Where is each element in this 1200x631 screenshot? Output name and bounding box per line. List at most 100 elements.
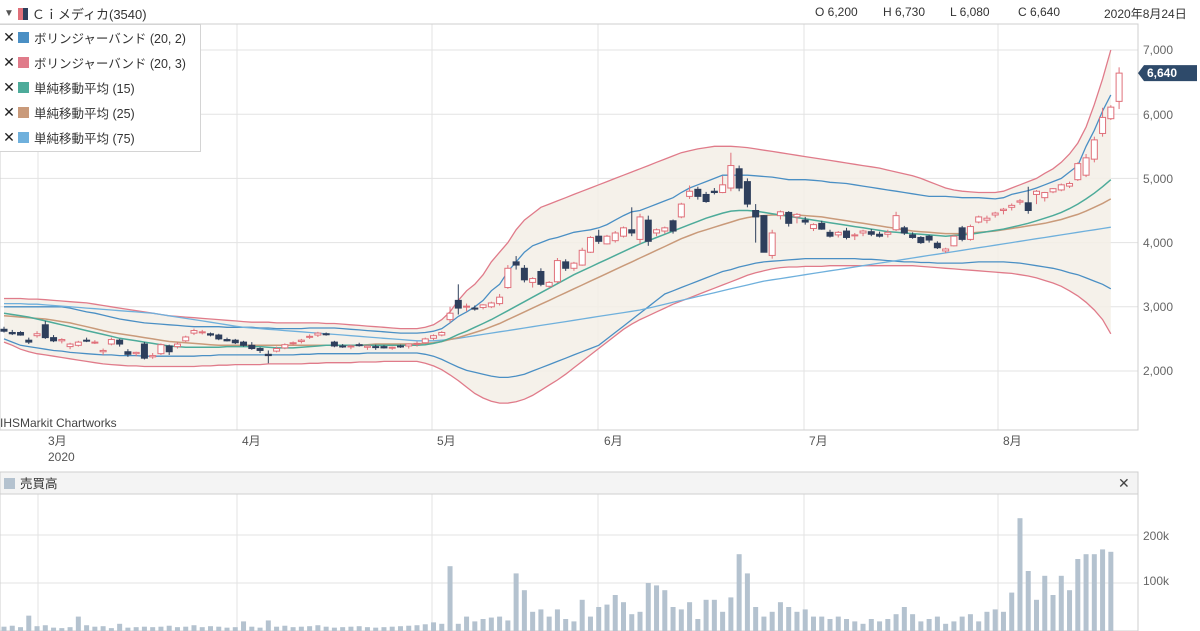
candle-body (611, 232, 619, 242)
x-tick-label: 3月 (48, 434, 67, 448)
volume-bar (431, 622, 437, 631)
candle-body (892, 215, 900, 231)
volume-bar (918, 621, 924, 631)
candle-body (256, 348, 264, 351)
candle-body (355, 344, 363, 347)
candle-body (942, 248, 950, 252)
legend-swatch (18, 56, 29, 68)
candle-body (124, 351, 132, 355)
candle-body (380, 346, 388, 349)
candle-body (314, 332, 322, 336)
volume-bar (976, 621, 982, 631)
candle-body (99, 349, 107, 353)
remove-indicator-icon[interactable]: ✕ (0, 79, 18, 96)
volume-bar (934, 616, 940, 631)
volume-bar (381, 627, 387, 631)
legend-item-bb2: ✕ ボリンジャーバンド (20, 2) (0, 27, 186, 47)
volume-bar (744, 573, 750, 631)
candle-body (289, 342, 297, 345)
volume-bar (860, 623, 866, 631)
candle-body (1033, 190, 1040, 195)
candle-body (1107, 106, 1115, 120)
volume-bar (893, 614, 899, 631)
candle-body (421, 338, 429, 344)
volume-bar (777, 602, 783, 631)
volume-bar (563, 619, 569, 631)
candle-body (603, 235, 611, 245)
candle-body (463, 305, 471, 308)
x-tick-year: 2020 (48, 450, 75, 464)
volume-bar (133, 627, 139, 631)
volume-bar (1108, 551, 1114, 631)
volume-bar (480, 619, 486, 631)
volume-bar (819, 616, 825, 631)
volume-bar (191, 625, 197, 631)
y-tick-label: 7,000 (1143, 43, 1173, 57)
volume-bar (1058, 575, 1064, 631)
last-price-tag: 6,640 (1138, 65, 1197, 82)
y-tick-label: 4,000 (1143, 236, 1173, 250)
candle-body (570, 262, 578, 269)
candle (1090, 136, 1098, 163)
candle-body (702, 193, 710, 203)
candle-body (586, 236, 594, 253)
candle-body (66, 343, 74, 348)
volume-bar (736, 554, 742, 631)
candle-body (446, 312, 454, 321)
candle-body (454, 299, 462, 309)
volume-swatch (4, 478, 15, 489)
volume-bar (100, 626, 106, 631)
candle (487, 301, 495, 309)
volume-bar (389, 626, 395, 631)
volume-bar (340, 627, 346, 631)
volume-bar (802, 609, 808, 631)
legend-swatch (18, 131, 29, 143)
legend-item-sma25: ✕ 単純移動平均 (25) (0, 102, 135, 122)
x-tick-label: 7月 (809, 434, 828, 448)
candle-body (1099, 116, 1107, 134)
candle-body (33, 333, 41, 337)
volume-bar (464, 616, 470, 631)
candle-body (752, 210, 760, 218)
candle-body (1008, 204, 1016, 208)
candle-body (8, 331, 16, 335)
remove-indicator-icon[interactable]: ✕ (0, 29, 18, 46)
candle-body (636, 216, 644, 240)
candle-body (727, 165, 735, 189)
candle (611, 231, 619, 243)
close-panel-icon[interactable]: ✕ (1118, 475, 1130, 491)
candle-body (41, 324, 49, 339)
candle-body (215, 334, 223, 340)
candle (975, 215, 983, 224)
volume-bar (761, 616, 767, 631)
volume-bar (331, 627, 337, 631)
candle-body (190, 330, 198, 334)
candle-body (966, 226, 974, 240)
candle-body (198, 331, 206, 334)
remove-indicator-icon[interactable]: ✕ (0, 129, 18, 146)
volume-bar (422, 624, 428, 631)
candle-body (413, 342, 421, 345)
candle (768, 229, 776, 259)
volume-bar (208, 626, 213, 631)
volume-bar (141, 626, 147, 631)
candle-body (487, 302, 495, 308)
candle-body (719, 184, 727, 194)
candle-body (273, 348, 281, 352)
remove-indicator-icon[interactable]: ✕ (0, 104, 18, 121)
candle-body (595, 235, 603, 242)
candle (917, 236, 925, 244)
volume-bar (199, 627, 205, 631)
volume-bar (397, 626, 403, 631)
candle-body (562, 261, 570, 269)
price-y-axis: 7,000 6,000 5,000 4,000 3,000 2,000 (1143, 43, 1173, 378)
candle-body (801, 219, 809, 223)
candle-body (405, 343, 413, 347)
volume-bar (546, 616, 552, 631)
remove-indicator-icon[interactable]: ✕ (0, 54, 18, 71)
volume-bar (241, 621, 247, 631)
volume-bar (373, 627, 379, 631)
candle-body (677, 203, 685, 218)
volume-bar (257, 627, 263, 631)
volume-bar (513, 573, 519, 631)
